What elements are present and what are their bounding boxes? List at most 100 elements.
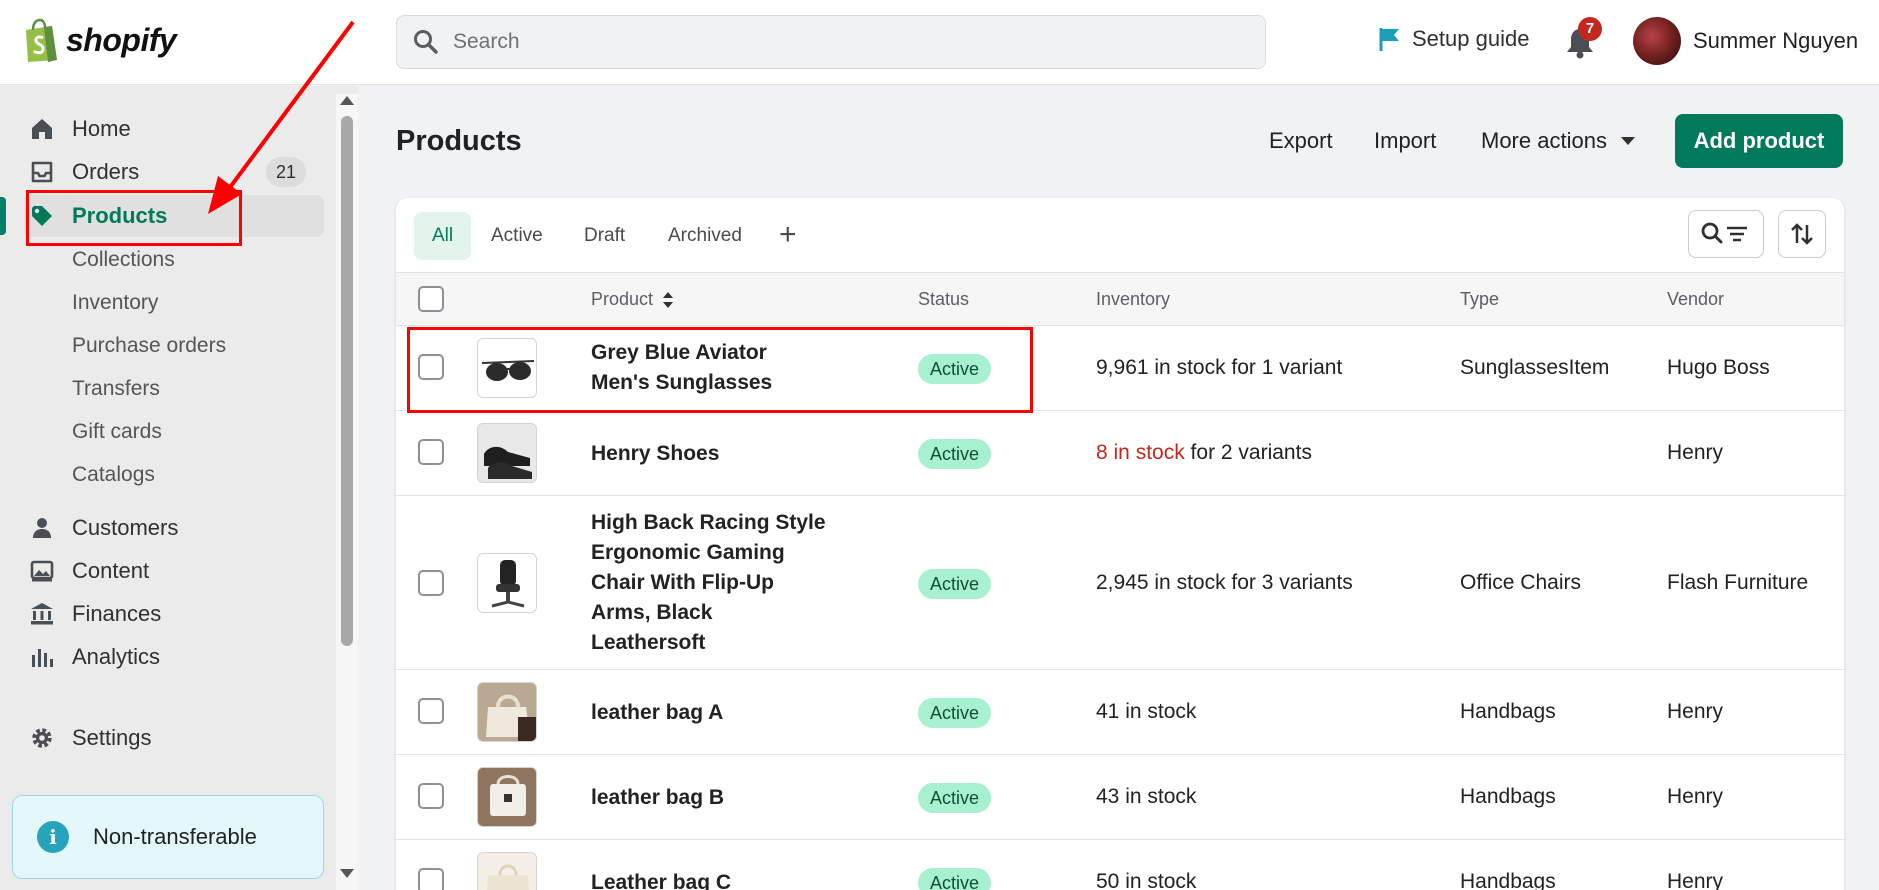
tab-archived[interactable]: Archived — [650, 212, 760, 260]
product-name[interactable]: leather bag B — [591, 783, 831, 813]
column-header-inventory[interactable]: Inventory — [1096, 289, 1170, 310]
user-name: Summer Nguyen — [1693, 28, 1859, 53]
inventory-cell: 9,961 in stock for 1 variant — [1096, 356, 1343, 379]
status-badge: Active — [918, 698, 992, 728]
gear-icon — [32, 728, 52, 748]
column-header-type[interactable]: Type — [1460, 289, 1499, 310]
column-label: Product — [591, 289, 654, 309]
page-title: Products — [396, 125, 522, 157]
sidebar-item-content[interactable]: Content — [30, 551, 149, 591]
type-cell: Handbags — [1460, 785, 1556, 808]
vendor-cell: Flash Furniture — [1667, 571, 1809, 594]
flag-icon — [1379, 28, 1399, 51]
product-thumbnail — [477, 682, 537, 742]
add-view-plus-icon[interactable]: + — [779, 218, 797, 252]
search-filter-button[interactable] — [1688, 210, 1764, 258]
table-row[interactable]: Henry Shoes Active 8 in stock for 2 vari… — [396, 411, 1844, 496]
import-button[interactable]: Import — [1374, 128, 1436, 154]
vendor-cell: Hugo Boss — [1667, 356, 1770, 379]
sidebar-item-analytics[interactable]: Analytics — [30, 637, 160, 677]
annotation-arrow-icon — [208, 20, 355, 214]
info-icon: i — [37, 821, 69, 853]
sidebar-item-label: Customers — [72, 515, 179, 540]
search-input[interactable] — [453, 30, 1233, 54]
setup-guide-label: Setup guide — [1412, 26, 1530, 51]
chevron-down-icon — [1620, 137, 1635, 145]
bar-chart-icon — [32, 649, 53, 667]
avatar — [1633, 17, 1681, 65]
inventory-cell: 43 in stock — [1096, 785, 1197, 808]
leather-bag-image — [478, 768, 536, 826]
type-cell: SunglassesItem — [1460, 356, 1610, 379]
user-menu[interactable]: Summer Nguyen — [1633, 17, 1858, 65]
select-all-checkbox[interactable] — [418, 286, 444, 312]
export-button[interactable]: Export — [1269, 128, 1333, 154]
product-thumbnail — [477, 553, 537, 613]
sidebar-item-label: Content — [72, 558, 150, 583]
vendor-cell: Henry — [1667, 785, 1724, 808]
tab-active[interactable]: Active — [473, 212, 561, 260]
row-checkbox[interactable] — [418, 783, 444, 809]
type-cell: Office Chairs — [1460, 571, 1581, 594]
table-row[interactable]: leather bag A Active 41 in stock Handbag… — [396, 670, 1844, 755]
column-header-product[interactable]: Product — [591, 289, 674, 310]
add-product-button[interactable]: Add product — [1675, 114, 1843, 168]
status-badge: Active — [918, 868, 992, 890]
sidebar-item-label: Settings — [72, 725, 152, 750]
search-bar[interactable] — [396, 15, 1266, 69]
table-row[interactable]: leather bag B Active 43 in stock Handbag… — [396, 755, 1844, 840]
search-icon — [414, 30, 438, 54]
product-name[interactable]: High Back Racing Style Ergonomic Gaming … — [591, 508, 831, 658]
leather-bag-image — [478, 683, 536, 741]
inventory-cell: 8 in stock for 2 variants — [1096, 441, 1312, 465]
notification-count-badge: 7 — [1578, 17, 1602, 41]
sidebar-item-settings[interactable]: Settings — [30, 718, 152, 758]
status-badge: Active — [918, 569, 992, 599]
shoes-image — [484, 446, 532, 479]
sidebar-subitem-catalogs[interactable]: Catalogs — [72, 463, 155, 487]
low-stock-text: 8 in stock — [1096, 441, 1185, 464]
sidebar-item-label: Analytics — [72, 644, 161, 669]
product-thumbnail — [477, 852, 537, 890]
table-row[interactable]: Leather bag C Active 50 in stock Handbag… — [396, 840, 1844, 890]
tab-draft[interactable]: Draft — [566, 212, 643, 260]
sort-icon — [663, 291, 674, 308]
search-filter-icon — [1701, 222, 1747, 244]
sidebar-item-finances[interactable]: Finances — [30, 594, 161, 634]
row-checkbox[interactable] — [418, 570, 444, 596]
non-transferable-notice[interactable]: i Non-transferable — [12, 795, 324, 879]
status-badge: Active — [918, 783, 992, 813]
sidebar-subitem-gift-cards[interactable]: Gift cards — [72, 420, 162, 444]
sidebar-item-customers[interactable]: Customers — [30, 508, 178, 548]
column-header-status[interactable]: Status — [918, 289, 969, 310]
sidebar-subitem-collections[interactable]: Collections — [72, 248, 175, 272]
sidebar-subitem-transfers[interactable]: Transfers — [72, 377, 160, 401]
product-name[interactable]: Leather bag C — [591, 868, 831, 890]
products-card: All Active Draft Archived + Product Stat… — [396, 198, 1844, 890]
scroll-down-arrow-icon[interactable] — [340, 869, 354, 878]
row-checkbox[interactable] — [418, 868, 444, 890]
row-checkbox[interactable] — [418, 698, 444, 724]
sidebar-item-label: Finances — [72, 601, 162, 626]
setup-guide-button[interactable]: Setup guide — [1378, 26, 1529, 52]
sidebar-subitem-inventory[interactable]: Inventory — [72, 291, 158, 315]
product-name[interactable]: Henry Shoes — [591, 439, 831, 469]
variants-text: for 2 variants — [1184, 441, 1312, 464]
image-icon — [30, 560, 54, 582]
table-header: Product Status Inventory Type Vendor — [396, 272, 1844, 326]
product-thumbnail — [477, 767, 537, 827]
product-thumbnail — [477, 423, 537, 483]
product-name[interactable]: leather bag A — [591, 698, 831, 728]
annotation-box-first-row — [407, 327, 1033, 413]
more-actions-button[interactable]: More actions — [1481, 128, 1635, 154]
tab-all[interactable]: All — [414, 212, 472, 260]
sidebar-subitem-purchase-orders[interactable]: Purchase orders — [72, 334, 226, 358]
sort-button[interactable] — [1778, 210, 1826, 258]
vendor-cell: Henry — [1667, 441, 1724, 464]
table-row[interactable]: High Back Racing Style Ergonomic Gaming … — [396, 496, 1844, 670]
sort-arrows-icon — [1791, 223, 1813, 245]
more-actions-label: More actions — [1481, 128, 1607, 153]
row-checkbox[interactable] — [418, 439, 444, 465]
column-header-vendor[interactable]: Vendor — [1667, 289, 1724, 310]
vendor-cell: Henry — [1667, 700, 1724, 723]
